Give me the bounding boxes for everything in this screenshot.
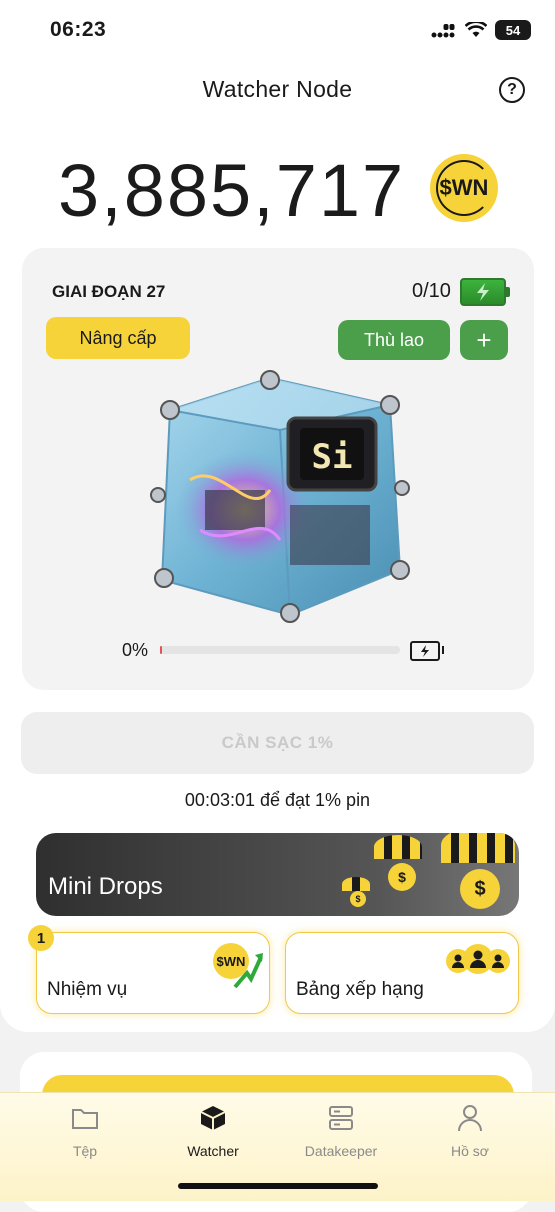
notification-badge: 1: [28, 925, 54, 951]
nav-item-files[interactable]: Tệp: [25, 1101, 145, 1159]
wifi-icon: [465, 22, 487, 37]
user-icon: [458, 1105, 482, 1132]
watcher-cube-illustration: Si: [150, 370, 410, 623]
charge-timer: 00:03:01 để đạt 1% pin: [184, 790, 371, 810]
status-time: 06:23: [50, 18, 107, 41]
charge-button[interactable]: CẦN SẠC 1%: [21, 712, 534, 774]
nav-item-profile[interactable]: Hồ sơ: [410, 1101, 530, 1159]
nav-item-watcher[interactable]: Watcher: [153, 1101, 273, 1159]
cube-icon: [200, 1106, 226, 1130]
charge-progress-bar: [160, 646, 400, 654]
server-icon: [329, 1106, 353, 1130]
nav-label: Datakeeper: [304, 1143, 378, 1159]
users-icon: [446, 944, 510, 974]
mini-drops-banner[interactable]: Mini Drops $ $ $: [36, 833, 519, 916]
mission-card[interactable]: Nhiệm vụ $WN: [36, 932, 270, 1014]
battery-indicator: 54: [495, 20, 531, 40]
page-title: Watcher Node: [202, 76, 353, 102]
trend-arrow-icon: [233, 953, 263, 989]
nav-item-datakeeper[interactable]: Datakeeper: [281, 1101, 401, 1159]
device-screen-text: Si: [312, 437, 353, 477]
leaderboard-label: Bảng xếp hạng: [296, 979, 424, 1000]
charge-progress-fill: [160, 646, 163, 654]
folder-icon: [72, 1109, 98, 1129]
nav-label: Tệp: [72, 1143, 98, 1159]
coin-icon: $: [460, 869, 500, 909]
status-icons: 54: [431, 20, 531, 40]
parachute-icon: [374, 835, 422, 859]
nav-label: Watcher: [187, 1143, 239, 1159]
add-button[interactable]: +: [460, 320, 508, 360]
charge-percent: 0%: [122, 640, 149, 660]
mini-drops-title: Mini Drops: [48, 873, 163, 900]
coin-icon: $: [350, 891, 366, 907]
signal-icon: [431, 24, 455, 38]
coin-icon: $: [388, 863, 416, 891]
parachute-icon: [441, 833, 515, 863]
upgrade-button[interactable]: Nâng cấp: [46, 317, 190, 359]
battery-full-icon: [460, 278, 510, 306]
wn-token-icon: $WN: [430, 154, 498, 222]
home-indicator: [178, 1183, 378, 1189]
leaderboard-card[interactable]: Bảng xếp hạng: [285, 932, 519, 1014]
help-icon[interactable]: ?: [499, 77, 525, 103]
balance-amount: 3,885,717: [58, 149, 406, 232]
stage-label: GIAI ĐOẠN 27: [52, 282, 166, 301]
mission-label: Nhiệm vụ: [47, 979, 128, 1000]
nav-label: Hồ sơ: [451, 1143, 489, 1159]
capacity-count: 0/10: [412, 280, 451, 302]
parachute-icon: [342, 877, 370, 891]
battery-charge-icon: [410, 641, 444, 661]
reward-button[interactable]: Thù lao: [338, 320, 450, 360]
